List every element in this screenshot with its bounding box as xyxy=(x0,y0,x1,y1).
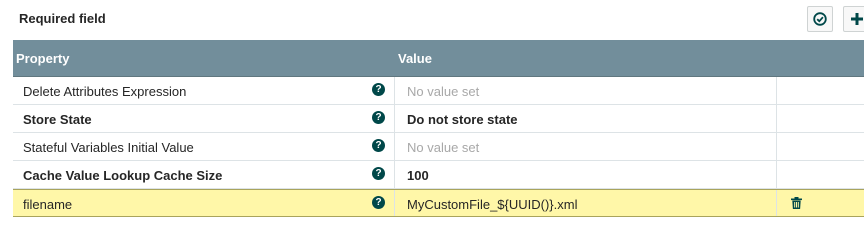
trash-icon xyxy=(791,197,802,209)
column-divider xyxy=(394,77,395,104)
table-row[interactable]: Delete Attributes Expression ? No value … xyxy=(13,77,864,105)
required-field-label: Required field xyxy=(19,11,106,26)
table-row-selected[interactable]: filename ? MyCustomFile_${UUID()}.xml xyxy=(13,189,864,217)
question-circle-icon[interactable]: ? xyxy=(372,139,385,152)
table-row[interactable]: Cache Value Lookup Cache Size ? 100 xyxy=(13,161,864,189)
table-header: Property Value xyxy=(13,40,864,77)
column-divider xyxy=(394,161,395,188)
add-property-button[interactable] xyxy=(843,6,864,32)
table-row[interactable]: Stateful Variables Initial Value ? No va… xyxy=(13,133,864,161)
property-name: Delete Attributes Expression xyxy=(23,84,187,99)
question-circle-icon[interactable]: ? xyxy=(372,167,385,180)
property-value[interactable]: No value set xyxy=(407,140,479,155)
property-value[interactable]: MyCustomFile_${UUID()}.xml xyxy=(407,197,577,212)
column-divider xyxy=(394,133,395,160)
question-circle-icon[interactable]: ? xyxy=(372,83,385,96)
property-name: Store State xyxy=(23,112,92,127)
column-header-value[interactable]: Value xyxy=(398,51,432,66)
properties-table: Property Value Delete Attributes Express… xyxy=(13,40,864,217)
property-value[interactable]: No value set xyxy=(407,84,479,99)
verify-button[interactable] xyxy=(807,6,833,32)
column-divider xyxy=(776,161,777,188)
column-divider xyxy=(394,190,395,216)
question-circle-icon[interactable]: ? xyxy=(372,196,385,209)
column-divider xyxy=(776,190,777,216)
question-circle-icon[interactable]: ? xyxy=(372,111,385,124)
property-value[interactable]: Do not store state xyxy=(407,112,518,127)
property-name: Cache Value Lookup Cache Size xyxy=(23,168,223,183)
check-circle-icon xyxy=(813,12,827,26)
column-divider xyxy=(394,105,395,132)
column-divider xyxy=(776,77,777,104)
delete-property-button[interactable] xyxy=(791,197,802,212)
property-name: Stateful Variables Initial Value xyxy=(23,140,194,155)
column-divider xyxy=(776,105,777,132)
column-header-property[interactable]: Property xyxy=(16,51,69,66)
property-value[interactable]: 100 xyxy=(407,168,429,183)
column-divider xyxy=(776,133,777,160)
property-name: filename xyxy=(23,197,73,212)
plus-icon xyxy=(851,13,863,25)
table-row[interactable]: Store State ? Do not store state xyxy=(13,105,864,133)
